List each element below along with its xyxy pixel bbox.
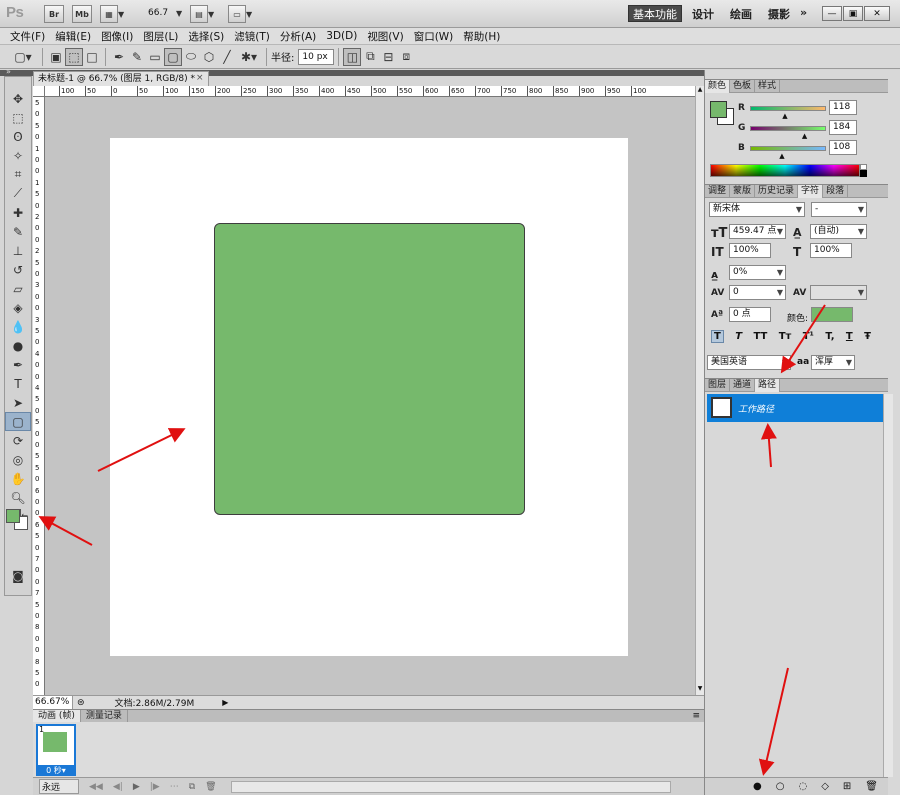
arrow-to-shape: [97, 428, 186, 472]
arrow-to-work-path: [760, 423, 777, 468]
arrow-to-paths-tab: [780, 304, 826, 374]
color-panel-foreground-swatch[interactable]: [710, 101, 727, 118]
arrow-to-foreground-color: [38, 516, 93, 546]
annotation-arrows: [38, 304, 826, 776]
arrow-to-fill-path-button: [758, 667, 789, 776]
